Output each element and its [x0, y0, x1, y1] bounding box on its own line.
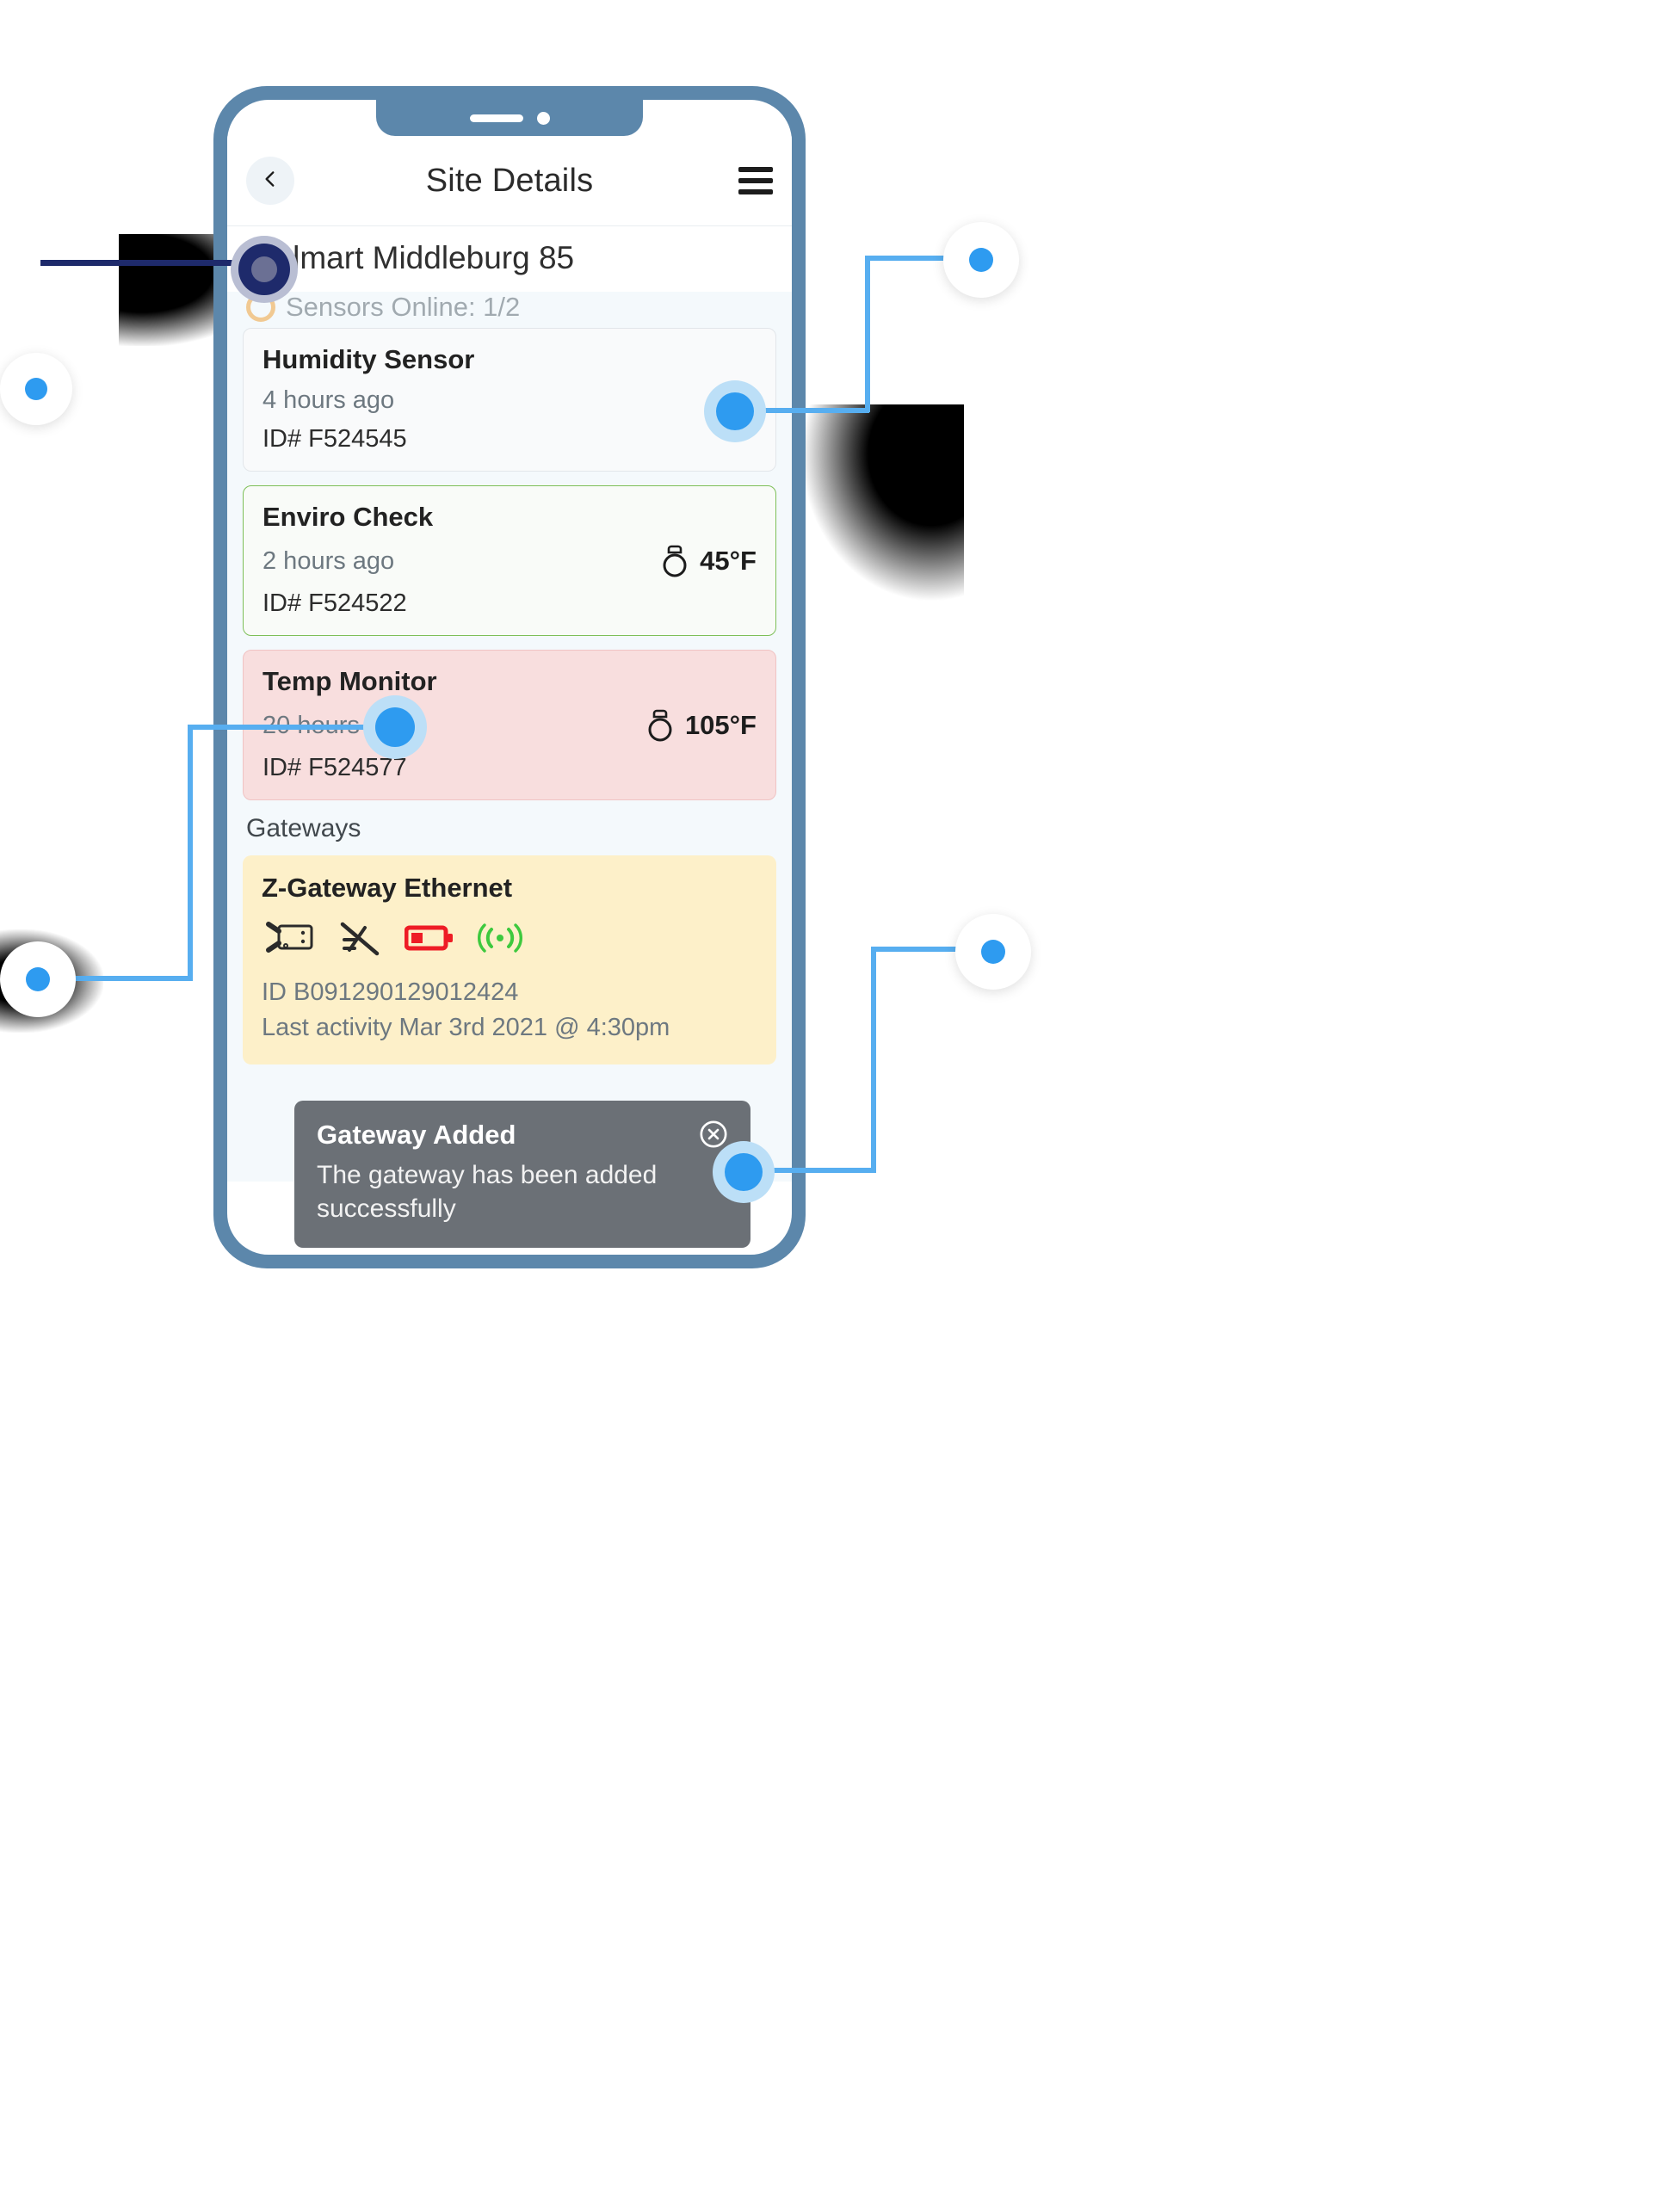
callout-dot — [25, 378, 47, 400]
callout-line-toast-h2 — [768, 1168, 876, 1173]
callout-marker-center — [251, 256, 277, 282]
callout-line-temp-monitor-v — [188, 725, 193, 981]
callout-line-sensor-icon-h2 — [757, 408, 869, 413]
callout-dot — [981, 940, 1005, 964]
callout-marker-sensor-icon[interactable] — [704, 380, 766, 442]
app-header: Site Details — [227, 136, 792, 225]
callout-line-toast-v — [871, 947, 876, 1172]
sensor-id: ID# F524522 — [262, 589, 407, 617]
sensor-id: ID# F524577 — [262, 754, 407, 781]
callout-marker-temp-monitor[interactable] — [363, 695, 427, 759]
callout-marker-toast[interactable] — [713, 1141, 775, 1203]
earpiece-speaker — [469, 114, 523, 122]
phone-screen: Site Details Walmart Middleburg 85 Senso… — [227, 100, 792, 1255]
sensor-reading: 105°F — [647, 707, 757, 744]
sensor-temperature: 105°F — [684, 710, 757, 740]
sensor-card-enviro[interactable]: Enviro Check 2 hours ago 45°F ID# F52452… — [243, 485, 776, 636]
front-camera — [536, 111, 550, 125]
callout-marker-site-name[interactable] — [231, 236, 298, 303]
ethernet-plug-icon — [262, 919, 315, 961]
callout-dot — [969, 248, 993, 272]
thermometer-icon — [647, 707, 673, 744]
back-button[interactable] — [246, 157, 294, 205]
sensor-card-humidity[interactable]: Humidity Sensor 4 hours ago ID# F524545 — [243, 328, 776, 472]
sensors-online-status: Sensors Online: 1/2 — [243, 287, 776, 328]
callout-line-site-name — [34, 260, 258, 266]
gateway-id: ID B091290129012424 — [262, 978, 519, 1006]
gateways-section-label: Gateways — [246, 814, 361, 842]
gateway-last-activity: Last activity Mar 3rd 2021 @ 4:30pm — [262, 1014, 670, 1041]
antenna-disabled-icon — [337, 919, 382, 961]
toast-message: The gateway has been added successfully — [317, 1161, 658, 1223]
callout-line-sensor-icon-v — [865, 256, 870, 412]
callout-line-toast-h1 — [871, 947, 966, 952]
sensor-reading: 45°F — [662, 543, 757, 579]
toast-title: Gateway Added — [317, 1120, 516, 1151]
sensors-online-label: Sensors Online: 1/2 — [286, 292, 521, 322]
ink-smudge-right — [800, 404, 964, 602]
sensor-name: Temp Monitor — [262, 666, 437, 696]
callout-marker-core — [716, 392, 754, 430]
callout-node-temp-monitor[interactable] — [0, 941, 76, 1017]
callout-dot — [26, 967, 50, 991]
sensor-id: ID# F524545 — [262, 425, 407, 453]
callout-marker-core — [375, 707, 415, 747]
callout-node-sensor-icon[interactable] — [943, 222, 1019, 298]
sensor-name: Humidity Sensor — [262, 344, 475, 374]
page-title: Site Details — [425, 162, 594, 199]
gateway-card[interactable]: Z-Gateway Ethernet ID B091290129012424 L… — [243, 855, 776, 1064]
screenshot-root: Site Details Walmart Middleburg 85 Senso… — [0, 0, 1680, 2203]
site-name: Walmart Middleburg 85 — [246, 240, 575, 275]
phone-frame: Site Details Walmart Middleburg 85 Senso… — [213, 86, 806, 1268]
callout-node-toast[interactable] — [955, 914, 1031, 990]
battery-low-icon — [404, 923, 454, 957]
gateway-status-icons — [262, 919, 757, 961]
sensor-time: 4 hours ago — [262, 386, 395, 414]
sensor-name: Enviro Check — [262, 502, 434, 532]
thermometer-icon — [662, 543, 688, 579]
callout-line-temp-monitor-h2 — [67, 976, 193, 981]
gateway-title: Z-Gateway Ethernet — [262, 873, 513, 903]
close-circle-icon[interactable] — [699, 1120, 728, 1149]
site-name-strip: Walmart Middleburg 85 — [227, 225, 792, 292]
sensor-temperature: 45°F — [700, 546, 757, 576]
signal-broadcast-icon — [477, 923, 523, 957]
toast-notification[interactable]: Gateway Added The gateway has been added… — [294, 1101, 750, 1248]
callout-node-site-name[interactable] — [0, 353, 72, 425]
chevron-left-icon — [259, 168, 281, 194]
callout-marker-core — [725, 1153, 763, 1191]
sensor-time: 2 hours ago — [262, 546, 395, 575]
phone-notch — [376, 100, 643, 136]
hamburger-menu-icon[interactable] — [725, 167, 773, 194]
